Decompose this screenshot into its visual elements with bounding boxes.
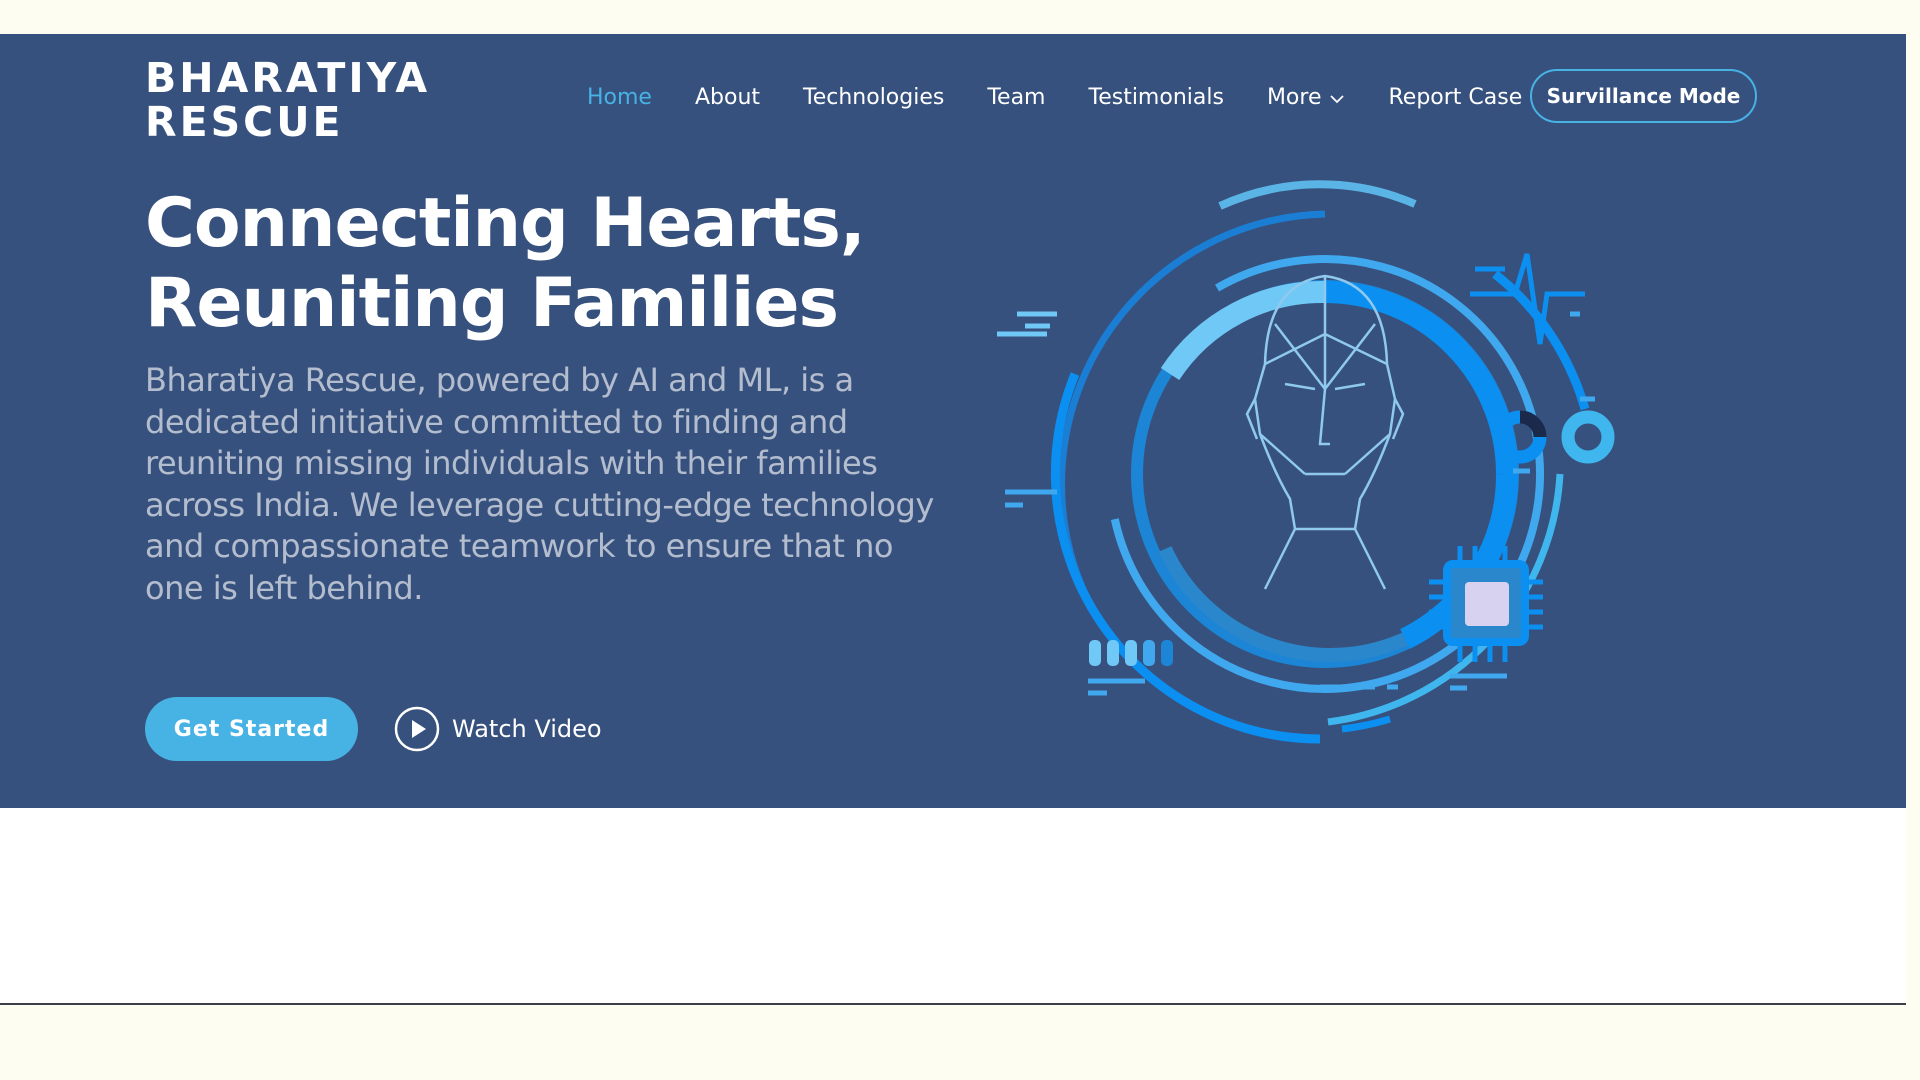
watch-video-label: Watch Video	[452, 715, 602, 743]
chevron-down-icon	[1329, 85, 1345, 110]
nav-item-report-case[interactable]: Report Case	[1388, 85, 1522, 110]
face-scan-illustration	[997, 180, 1615, 744]
nav-label: Team	[987, 85, 1046, 110]
nav-item-team[interactable]: Team	[987, 85, 1045, 110]
watch-video-link[interactable]: Watch Video	[394, 706, 602, 752]
nav-label: About	[694, 85, 761, 110]
logo-line-1: BHARATIYA	[145, 54, 431, 102]
nav-label: Report Case	[1388, 85, 1523, 110]
nav-item-more[interactable]: More	[1267, 85, 1346, 110]
nav-item-home[interactable]: Home	[587, 85, 652, 110]
nav-item-about[interactable]: About	[695, 85, 760, 110]
surveillance-mode-button[interactable]: Survillance Mode	[1530, 69, 1757, 123]
logo-line-2: RESCUE	[145, 98, 344, 146]
main-nav: Home About Technologies Team Testimonial…	[587, 85, 1565, 110]
nav-label: Technologies	[803, 85, 945, 110]
page-frame: BHARATIYA RESCUE Home About Technologies…	[0, 34, 1906, 1005]
nav-label: Testimonials	[1088, 85, 1224, 110]
play-icon	[394, 706, 440, 752]
nav-label: Home	[587, 85, 652, 110]
nav-label: More	[1266, 85, 1322, 110]
site-logo[interactable]: BHARATIYA RESCUE	[145, 56, 430, 144]
headline-line-1: Connecting Hearts,	[145, 184, 866, 263]
hero-section: BHARATIYA RESCUE Home About Technologies…	[0, 34, 1906, 808]
hero-description: Bharatiya Rescue, powered by AI and ML, …	[145, 361, 934, 607]
get-started-button[interactable]: Get Started	[145, 697, 358, 761]
hero-headline: Connecting Hearts, Reuniting Families	[145, 184, 866, 344]
nav-item-testimonials[interactable]: Testimonials	[1089, 85, 1224, 110]
nav-item-technologies[interactable]: Technologies	[803, 85, 944, 110]
headline-line-2: Reuniting Families	[145, 264, 839, 343]
